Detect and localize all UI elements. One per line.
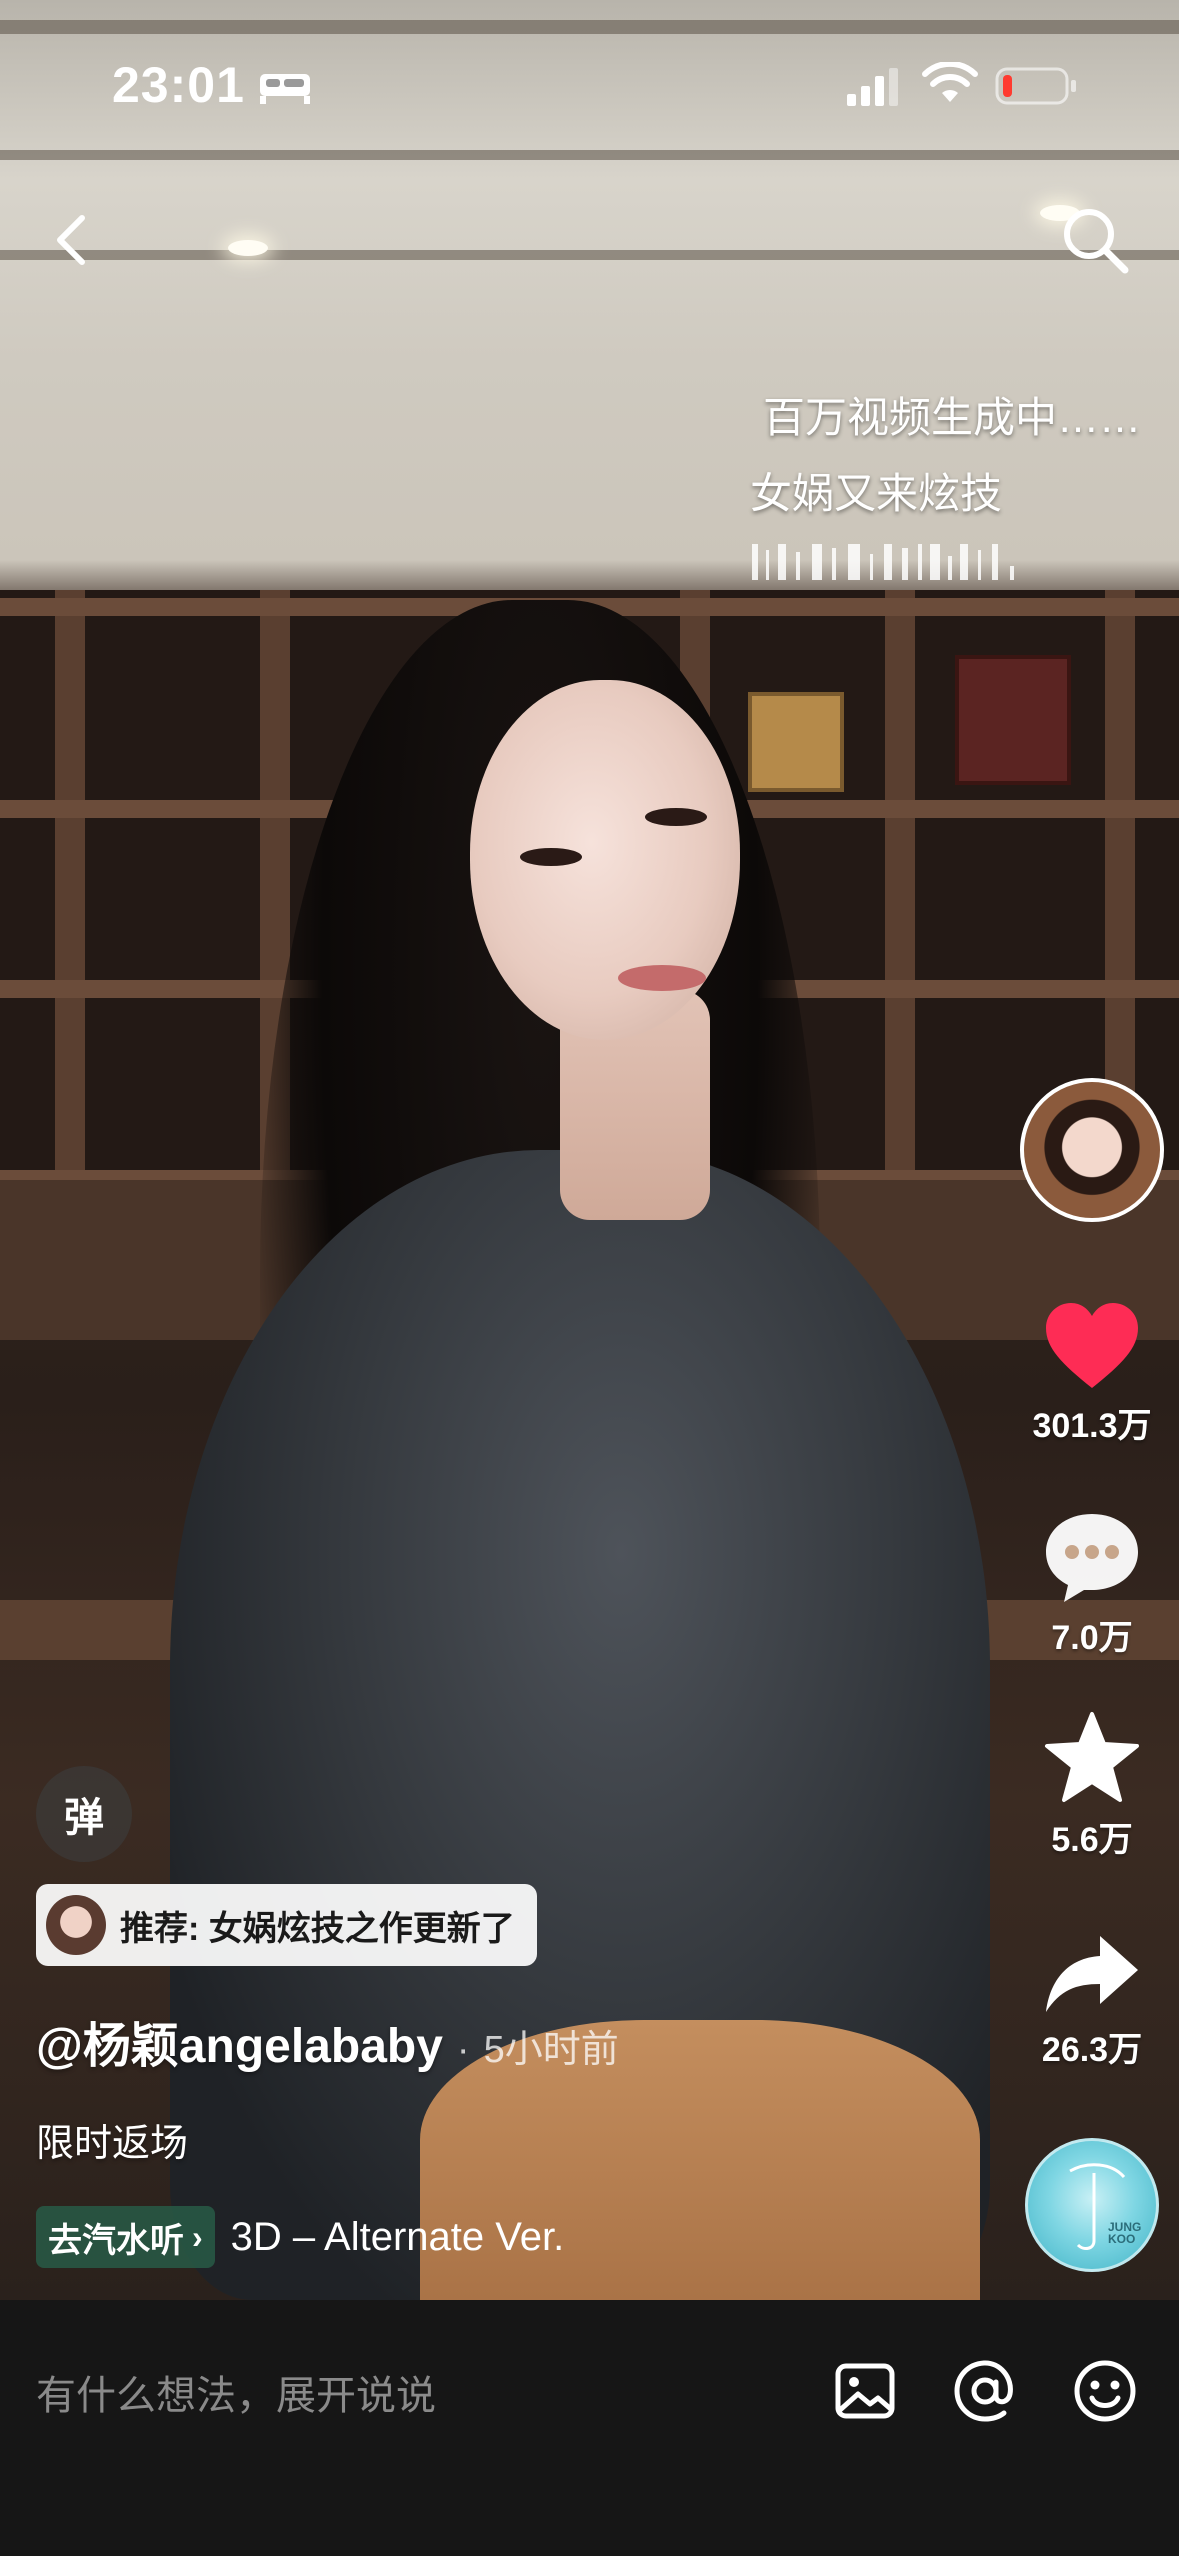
qishui-label: 去汽水听: [48, 2221, 184, 2260]
comment-button[interactable]: 7.0万: [1012, 1508, 1172, 1659]
video-caption: 百万视频生成中……: [763, 394, 1142, 441]
heart-icon: [1046, 1303, 1138, 1388]
share-count: 26.3万: [1041, 2031, 1143, 2069]
award-plaque: [748, 692, 844, 792]
battery-level: [1003, 75, 1012, 97]
favorite-button[interactable]: 5.6万: [1012, 1710, 1172, 1861]
at-mention-icon: [954, 2360, 1013, 2422]
search-icon: [1064, 209, 1129, 274]
comment-input[interactable]: [36, 2366, 796, 2426]
author-line: @杨颖angelababy 5小时前: [36, 2006, 619, 2076]
person-eye: [520, 848, 582, 866]
favorite-count: 5.6万: [1051, 1821, 1133, 1859]
recommend-text: 推荐: 女娲炫技之作更新了: [120, 1909, 515, 1948]
like-count: 301.3万: [1032, 1407, 1152, 1445]
like-button[interactable]: 301.3万: [1012, 1300, 1172, 1447]
cellular-signal-icon: [847, 68, 898, 106]
comment-count: 7.0万: [1051, 1619, 1133, 1657]
search-button[interactable]: [1055, 200, 1135, 280]
wifi-icon: [922, 62, 978, 102]
ceiling: [0, 150, 1179, 160]
back-button[interactable]: [40, 200, 100, 280]
person-lips: [618, 965, 706, 991]
author-avatar[interactable]: [1020, 1078, 1164, 1222]
listen-on-qishui-button[interactable]: 去汽水听 ›: [36, 2206, 215, 2268]
danmaku-toggle-button[interactable]: 弹: [36, 1766, 132, 1862]
mention-button[interactable]: [950, 2356, 1020, 2426]
person-eye: [645, 808, 707, 826]
album-cover-icon: [1069, 2163, 1126, 2250]
comment-icon: [1046, 1514, 1138, 1602]
chevron-right-icon: ›: [192, 2218, 203, 2255]
status-time: 23:01: [112, 57, 245, 113]
ceiling-light: [228, 240, 268, 256]
comment-bar: [0, 2300, 1179, 2556]
battery-low-icon: [995, 67, 1076, 105]
chevron-left-icon: [57, 215, 85, 265]
music-row: 去汽水听 › 3D – Alternate Ver.: [36, 2206, 564, 2268]
music-title[interactable]: 3D – Alternate Ver.: [231, 2215, 565, 2260]
share-button[interactable]: 26.3万: [1012, 1932, 1172, 2071]
music-disc[interactable]: JUNG KOO: [1025, 2138, 1159, 2272]
danmaku-label: 弹: [64, 1795, 104, 1841]
ceiling: [0, 250, 1179, 260]
status-bar: 23:01: [0, 0, 1179, 150]
caption-barcode: [752, 544, 1014, 580]
image-button[interactable]: [830, 2356, 900, 2426]
album-logo: JUNG KOO: [1108, 2221, 1141, 2245]
person-face: [470, 680, 740, 1040]
emoji-icon: [1074, 2360, 1136, 2422]
recommend-bar[interactable]: 推荐: 女娲炫技之作更新了: [36, 1884, 537, 1966]
star-icon: [1045, 1712, 1139, 1802]
emoji-button[interactable]: [1070, 2356, 1140, 2426]
video-description[interactable]: 限时返场: [36, 2112, 188, 2167]
author-name[interactable]: @杨颖angelababy: [36, 2020, 443, 2073]
share-arrow-icon: [1046, 1936, 1138, 2012]
award-plaque: [955, 655, 1071, 785]
image-icon: [835, 2363, 895, 2419]
recommend-avatar: [46, 1895, 106, 1955]
video-caption: 女娲又来炫技: [750, 470, 1003, 517]
album-logo-line: KOO: [1108, 2232, 1136, 2246]
post-time: 5小时前: [457, 2029, 619, 2071]
bed-icon: [260, 74, 310, 104]
